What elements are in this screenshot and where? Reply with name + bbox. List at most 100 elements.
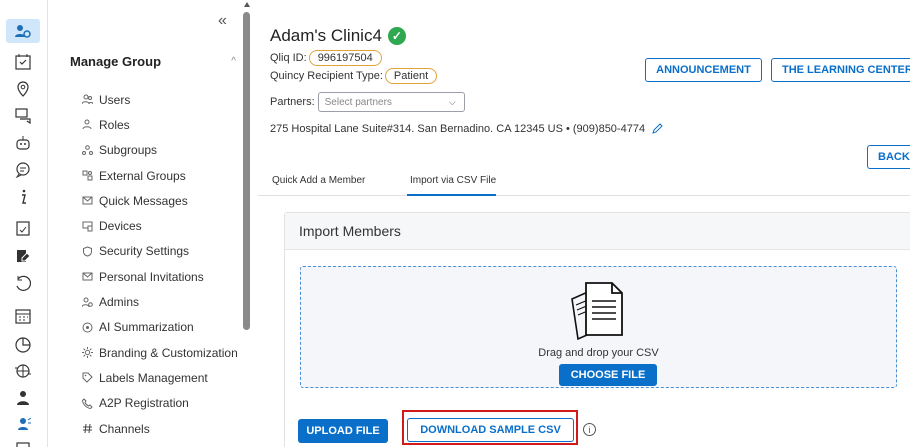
roles-icon bbox=[82, 119, 93, 130]
sidebar-item-subgroups[interactable]: Subgroups bbox=[82, 138, 238, 163]
upload-file-button[interactable]: UPLOAD FILE bbox=[298, 419, 388, 443]
csv-dropzone[interactable]: Drag and drop your CSV CHOOSE FILE bbox=[300, 266, 897, 388]
bot-icon[interactable] bbox=[6, 131, 40, 155]
drop-instructions: Drag and drop your CSV bbox=[538, 347, 659, 359]
sidebar-item-label: A2P Registration bbox=[99, 396, 189, 411]
clinic-title: Adam's Clinic4 ✓ bbox=[270, 26, 406, 46]
sidebar-item-quick-messages[interactable]: Quick Messages bbox=[82, 188, 238, 213]
location-pin-icon[interactable] bbox=[6, 77, 40, 101]
subgroups-icon bbox=[82, 144, 93, 156]
learning-center-button[interactable]: THE LEARNING CENTER bbox=[771, 58, 910, 82]
tab-quick-add[interactable]: Quick Add a Member bbox=[272, 175, 365, 186]
sidebar-item-admins[interactable]: Admins bbox=[82, 289, 238, 314]
sidebar-item-label: Branding & Customization bbox=[99, 345, 238, 360]
import-members-card: Import Members Drag and drop your CSV CH… bbox=[284, 212, 910, 447]
sidebar-item-external-groups[interactable]: External Groups bbox=[82, 163, 238, 188]
admins-icon bbox=[82, 297, 93, 308]
sidebar-item-personal-invitations[interactable]: Personal Invitations bbox=[82, 264, 238, 289]
scroll-up-arrow-icon[interactable] bbox=[244, 2, 250, 7]
quick-messages-icon bbox=[82, 195, 93, 206]
scrollbar-thumb[interactable] bbox=[243, 12, 250, 330]
sidebar-item-devices[interactable]: Devices bbox=[82, 213, 238, 238]
sidebar-item-label: Users bbox=[99, 92, 131, 107]
mic-person-icon[interactable] bbox=[6, 412, 40, 436]
partners-label: Partners: bbox=[270, 96, 315, 108]
recipient-type-value: Patient bbox=[384, 68, 438, 84]
collapse-sidebar-button[interactable]: « bbox=[218, 12, 227, 30]
qliq-id-line: Qliq ID: 996197504 bbox=[270, 50, 382, 66]
check-circle-icon: ✓ bbox=[387, 27, 406, 45]
edit-doc-icon[interactable] bbox=[6, 244, 40, 268]
sidebar-item-label: AI Summarization bbox=[99, 320, 194, 335]
chevron-down-icon: ⌵ bbox=[448, 96, 456, 107]
address-text: 275 Hospital Lane Suite#314. San Bernadi… bbox=[270, 123, 646, 135]
clinic-name: Adam's Clinic4 bbox=[270, 26, 382, 45]
manage-group-title: Manage Group bbox=[70, 54, 162, 69]
qliq-id-label: Qliq ID: bbox=[270, 52, 307, 64]
sidebar-item-label: Channels bbox=[99, 421, 150, 436]
address-line: 275 Hospital Lane Suite#314. San Bernadi… bbox=[270, 123, 663, 135]
manage-group-header[interactable]: Manage Group ^ bbox=[70, 54, 240, 69]
sidebar-item-label: Roles bbox=[99, 117, 130, 132]
calendar-icon[interactable] bbox=[6, 304, 40, 328]
sidebar-item-labels-management[interactable]: Labels Management bbox=[82, 365, 238, 390]
gear-icon bbox=[82, 347, 93, 359]
qliq-id-value: 996197504 bbox=[308, 50, 382, 66]
sidebar-scrollbar[interactable] bbox=[242, 0, 252, 447]
sidebar-item-ai-summarization[interactable]: AI Summarization bbox=[82, 315, 238, 340]
globe-icon[interactable] bbox=[6, 359, 40, 383]
users-icon bbox=[82, 94, 93, 105]
checklist-icon[interactable] bbox=[6, 50, 40, 74]
icon-rail bbox=[0, 0, 48, 447]
ai-icon bbox=[82, 322, 93, 333]
group-admin-icon[interactable] bbox=[6, 19, 40, 43]
devices-icon bbox=[82, 221, 93, 232]
person-badge-icon[interactable] bbox=[6, 386, 40, 410]
sidebar-menu: Users Roles Subgroups External Groups Qu… bbox=[82, 87, 238, 441]
document-icon bbox=[571, 282, 623, 341]
sidebar-item-label: Security Settings bbox=[99, 244, 190, 259]
info-icon[interactable]: i bbox=[583, 423, 596, 436]
tab-import-csv[interactable]: Import via CSV File bbox=[410, 175, 496, 186]
info-person-icon[interactable] bbox=[6, 185, 40, 209]
sidebar-item-channels[interactable]: Channels bbox=[82, 416, 238, 441]
recipient-type-label: Quincy Recipient Type: bbox=[270, 70, 383, 82]
sidebar-item-security[interactable]: Security Settings bbox=[82, 239, 238, 264]
envelope-icon bbox=[82, 271, 93, 282]
partners-select[interactable]: Select partners ⌵ bbox=[317, 92, 465, 112]
sidebar-item-users[interactable]: Users bbox=[82, 87, 238, 112]
clipboard-icon[interactable] bbox=[6, 216, 40, 240]
chat-icon[interactable] bbox=[6, 104, 40, 128]
shield-icon bbox=[82, 246, 93, 257]
external-groups-icon bbox=[82, 170, 93, 181]
message-icon[interactable] bbox=[6, 158, 40, 182]
pie-chart-icon[interactable] bbox=[6, 333, 40, 357]
sidebar-item-a2p-registration[interactable]: A2P Registration bbox=[82, 391, 238, 416]
tag-icon bbox=[82, 372, 93, 384]
choose-file-button[interactable]: CHOOSE FILE bbox=[559, 364, 657, 386]
sidebar-item-roles[interactable]: Roles bbox=[82, 112, 238, 137]
sidebar-item-label: Personal Invitations bbox=[99, 269, 204, 284]
sidebar-item-branding[interactable]: Branding & Customization bbox=[82, 340, 238, 365]
sidebar: « Manage Group ^ Users Roles Subgroups E… bbox=[48, 0, 252, 447]
announcement-button[interactable]: ANNOUNCEMENT bbox=[645, 58, 762, 82]
card-icon[interactable] bbox=[6, 437, 40, 447]
tab-bar: Quick Add a Member Import via CSV File bbox=[258, 162, 910, 196]
chevron-up-icon: ^ bbox=[231, 56, 236, 67]
sidebar-item-label: Labels Management bbox=[99, 370, 208, 385]
import-members-title: Import Members bbox=[285, 213, 910, 250]
download-sample-csv-button[interactable]: DOWNLOAD SAMPLE CSV bbox=[407, 418, 574, 442]
sidebar-item-label: Devices bbox=[99, 219, 142, 234]
phone-icon bbox=[82, 397, 93, 409]
partners-line: Partners: Select partners ⌵ bbox=[270, 92, 465, 112]
hash-icon bbox=[82, 423, 93, 434]
sidebar-item-label: Admins bbox=[99, 295, 140, 310]
recipient-type-line: Quincy Recipient Type: Patient bbox=[270, 68, 438, 84]
active-tab-indicator bbox=[407, 194, 496, 196]
sidebar-item-label: Quick Messages bbox=[99, 193, 188, 208]
sidebar-item-label: External Groups bbox=[99, 168, 186, 183]
partners-placeholder: Select partners bbox=[324, 96, 392, 108]
pencil-icon[interactable] bbox=[651, 123, 663, 135]
history-icon[interactable] bbox=[6, 272, 40, 296]
sidebar-item-label: Subgroups bbox=[99, 143, 158, 158]
